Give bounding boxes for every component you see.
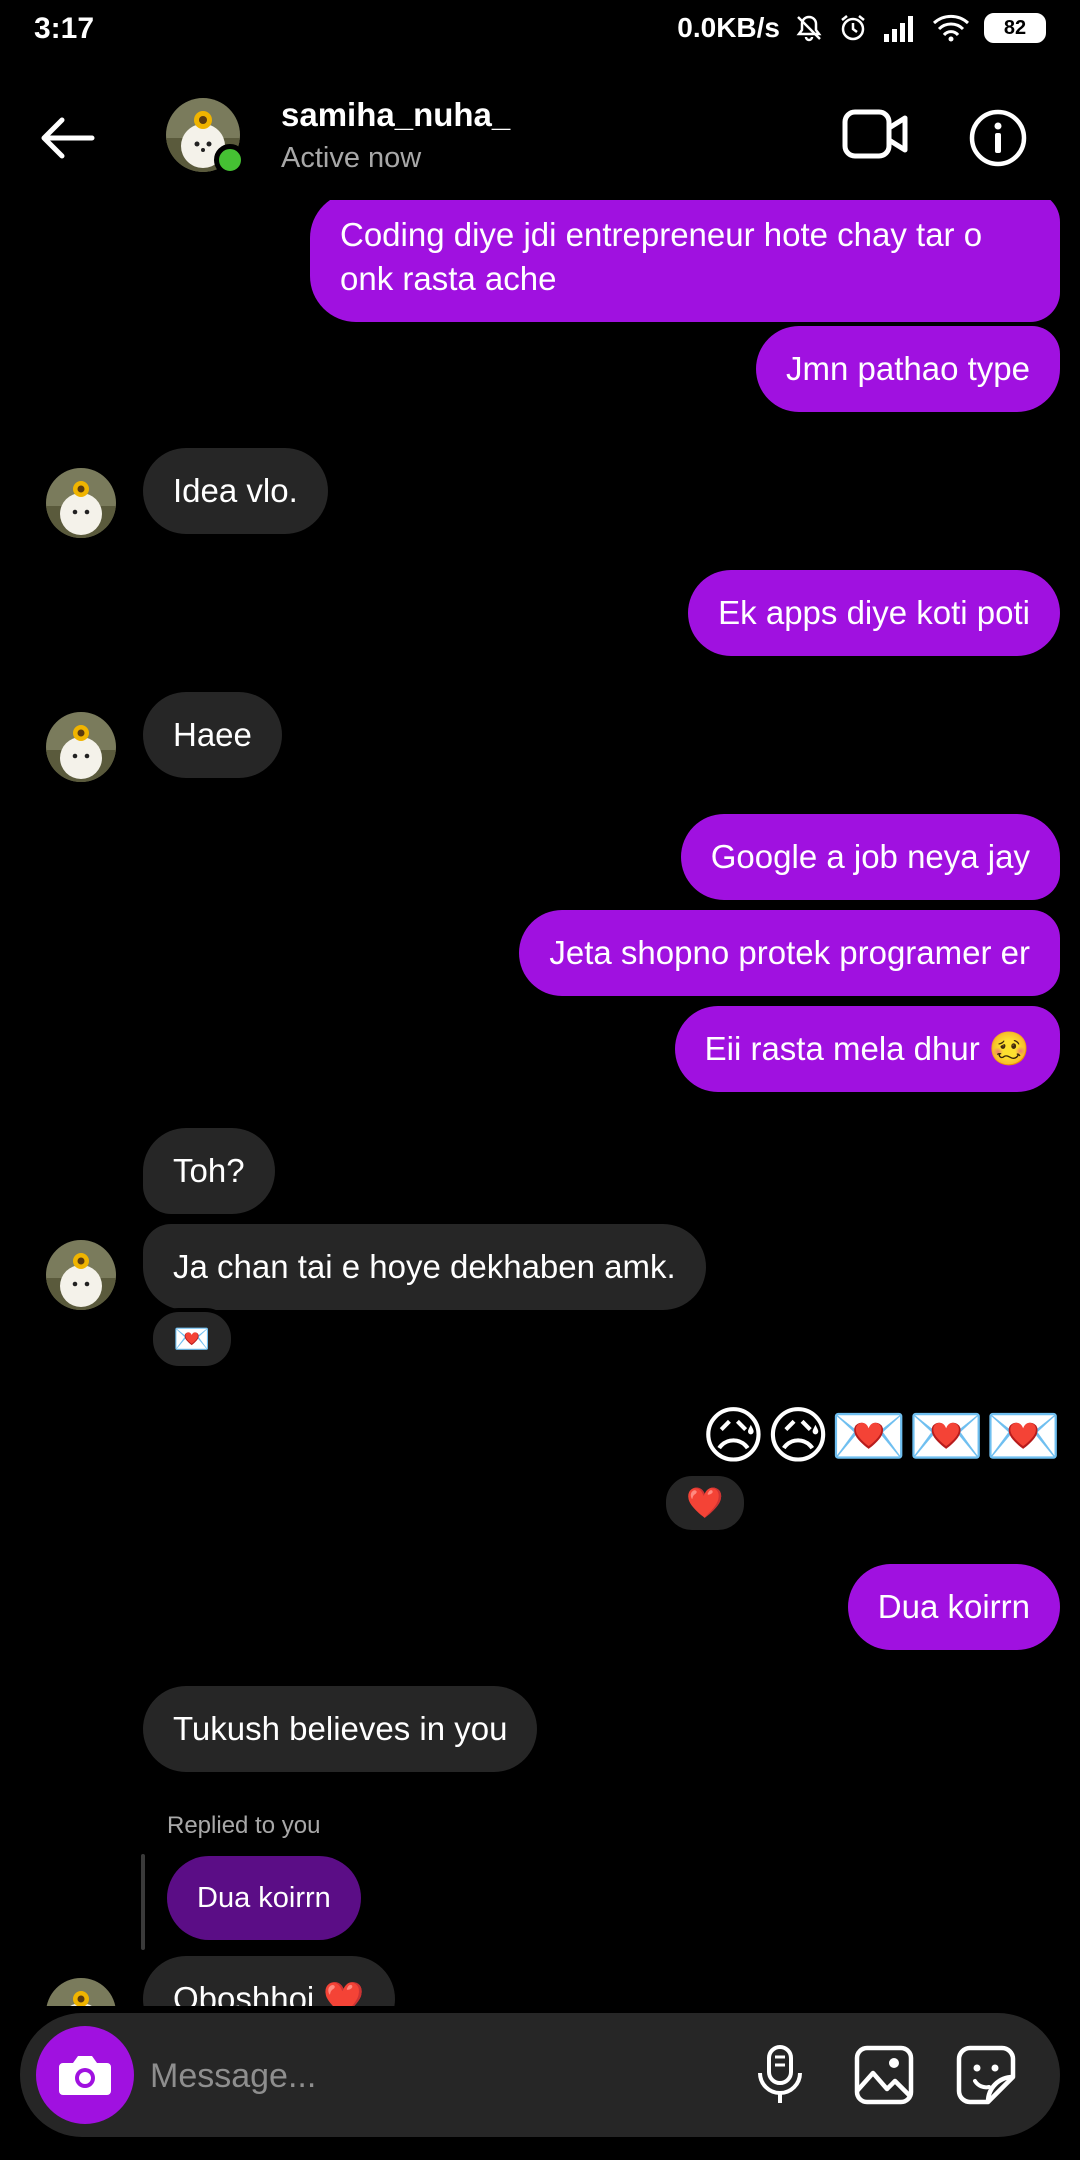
message-text: Ek apps diye koti poti: [718, 594, 1030, 631]
message-text: Haee: [173, 716, 252, 753]
message-input[interactable]: [150, 2051, 610, 2101]
microphone-icon: [758, 2045, 802, 2103]
message-reaction[interactable]: ❤️: [662, 1472, 748, 1534]
signal-icon: [882, 14, 918, 42]
message-text: Dua koirrn: [877, 1588, 1030, 1625]
video-call-icon: [842, 109, 908, 159]
message-text: Coding diye jdi entrepreneur hote chay t…: [340, 216, 983, 297]
status-time: 3:17: [34, 12, 95, 45]
chat-username[interactable]: samiha_nuha_: [281, 96, 510, 134]
camera-icon: [59, 2056, 111, 2095]
incoming-message[interactable]: Ja chan tai e hoye dekhaben amk.: [143, 1224, 706, 1310]
network-speed: 0.0KB/s: [677, 12, 780, 43]
message-text: Jeta shopno protek programer er: [549, 934, 1030, 971]
battery-icon: 82: [984, 13, 1046, 43]
incoming-message[interactable]: Toh?: [143, 1128, 275, 1214]
wifi-icon: [932, 14, 970, 42]
sender-avatar[interactable]: [46, 1978, 116, 2006]
reaction-emoji: 💌: [173, 1322, 211, 1356]
voice-message-button[interactable]: [750, 2043, 810, 2107]
reaction-emoji: ❤️: [686, 1486, 724, 1520]
sender-avatar[interactable]: [46, 468, 116, 538]
sticker-button[interactable]: [954, 2043, 1018, 2107]
outgoing-message[interactable]: Jmn pathao type: [756, 326, 1060, 412]
info-button[interactable]: [968, 108, 1028, 168]
outgoing-message[interactable]: Ek apps diye koti poti: [688, 570, 1060, 656]
gallery-button[interactable]: [852, 2043, 916, 2107]
outgoing-message[interactable]: Dua koirrn: [847, 1564, 1060, 1650]
message-text: Oboshhoi ❤️: [173, 1980, 365, 2006]
outgoing-message[interactable]: Coding diye jdi entrepreneur hote chay t…: [310, 200, 1060, 322]
reply-quote-text: Dua koirrn: [197, 1882, 331, 1914]
outgoing-emoji-message[interactable]: 😥😥💌💌💌: [701, 1402, 1062, 1472]
sticker-icon: [956, 2045, 1016, 2105]
outgoing-message[interactable]: Jeta shopno protek programer er: [519, 910, 1060, 996]
camera-button[interactable]: [36, 2026, 134, 2124]
status-icons: 0.0KB/s 82: [677, 12, 1046, 44]
profile-avatar[interactable]: [166, 98, 246, 176]
online-indicator: [214, 144, 246, 176]
emoji-text: 😥😥💌💌💌: [701, 1402, 1062, 1471]
message-reaction[interactable]: 💌: [149, 1308, 235, 1370]
incoming-message[interactable]: Tukush believes in you: [143, 1686, 538, 1772]
message-text: Tukush believes in you: [173, 1710, 508, 1747]
incoming-message[interactable]: Idea vlo.: [143, 448, 328, 534]
message-thread[interactable]: Coding diye jdi entrepreneur hote chay t…: [0, 200, 1080, 2006]
message-text: Eii rasta mela dhur 🥴: [704, 1030, 1030, 1067]
outgoing-message[interactable]: Eii rasta mela dhur 🥴: [674, 1006, 1060, 1092]
replied-label: Replied to you: [167, 1812, 321, 1839]
message-text: Toh?: [173, 1152, 245, 1189]
message-composer: [20, 2013, 1060, 2137]
message-text: Jmn pathao type: [786, 350, 1030, 387]
alarm-icon: [838, 13, 868, 43]
status-bar: 3:17 0.0KB/s 82: [0, 0, 1080, 60]
message-text: Google a job neya jay: [710, 838, 1030, 875]
chat-header: samiha_nuha_ Active now: [0, 70, 1080, 200]
incoming-message[interactable]: Oboshhoi ❤️: [143, 1956, 395, 2006]
active-status: Active now: [281, 142, 422, 174]
message-text: Ja chan tai e hoye dekhaben amk.: [173, 1248, 676, 1285]
reply-bar: [141, 1854, 145, 1950]
back-arrow-icon: [41, 117, 95, 159]
info-icon: [969, 109, 1027, 167]
sender-avatar[interactable]: [46, 712, 116, 782]
gallery-icon: [854, 2045, 914, 2105]
sender-avatar[interactable]: [46, 1240, 116, 1310]
message-text: Idea vlo.: [173, 472, 298, 509]
incoming-message[interactable]: Haee: [143, 692, 282, 778]
back-button[interactable]: [36, 108, 106, 168]
mute-icon: [794, 13, 824, 43]
outgoing-message[interactable]: Google a job neya jay: [680, 814, 1060, 900]
reply-quote[interactable]: Dua koirrn: [167, 1856, 361, 1940]
video-call-button[interactable]: [842, 106, 912, 166]
